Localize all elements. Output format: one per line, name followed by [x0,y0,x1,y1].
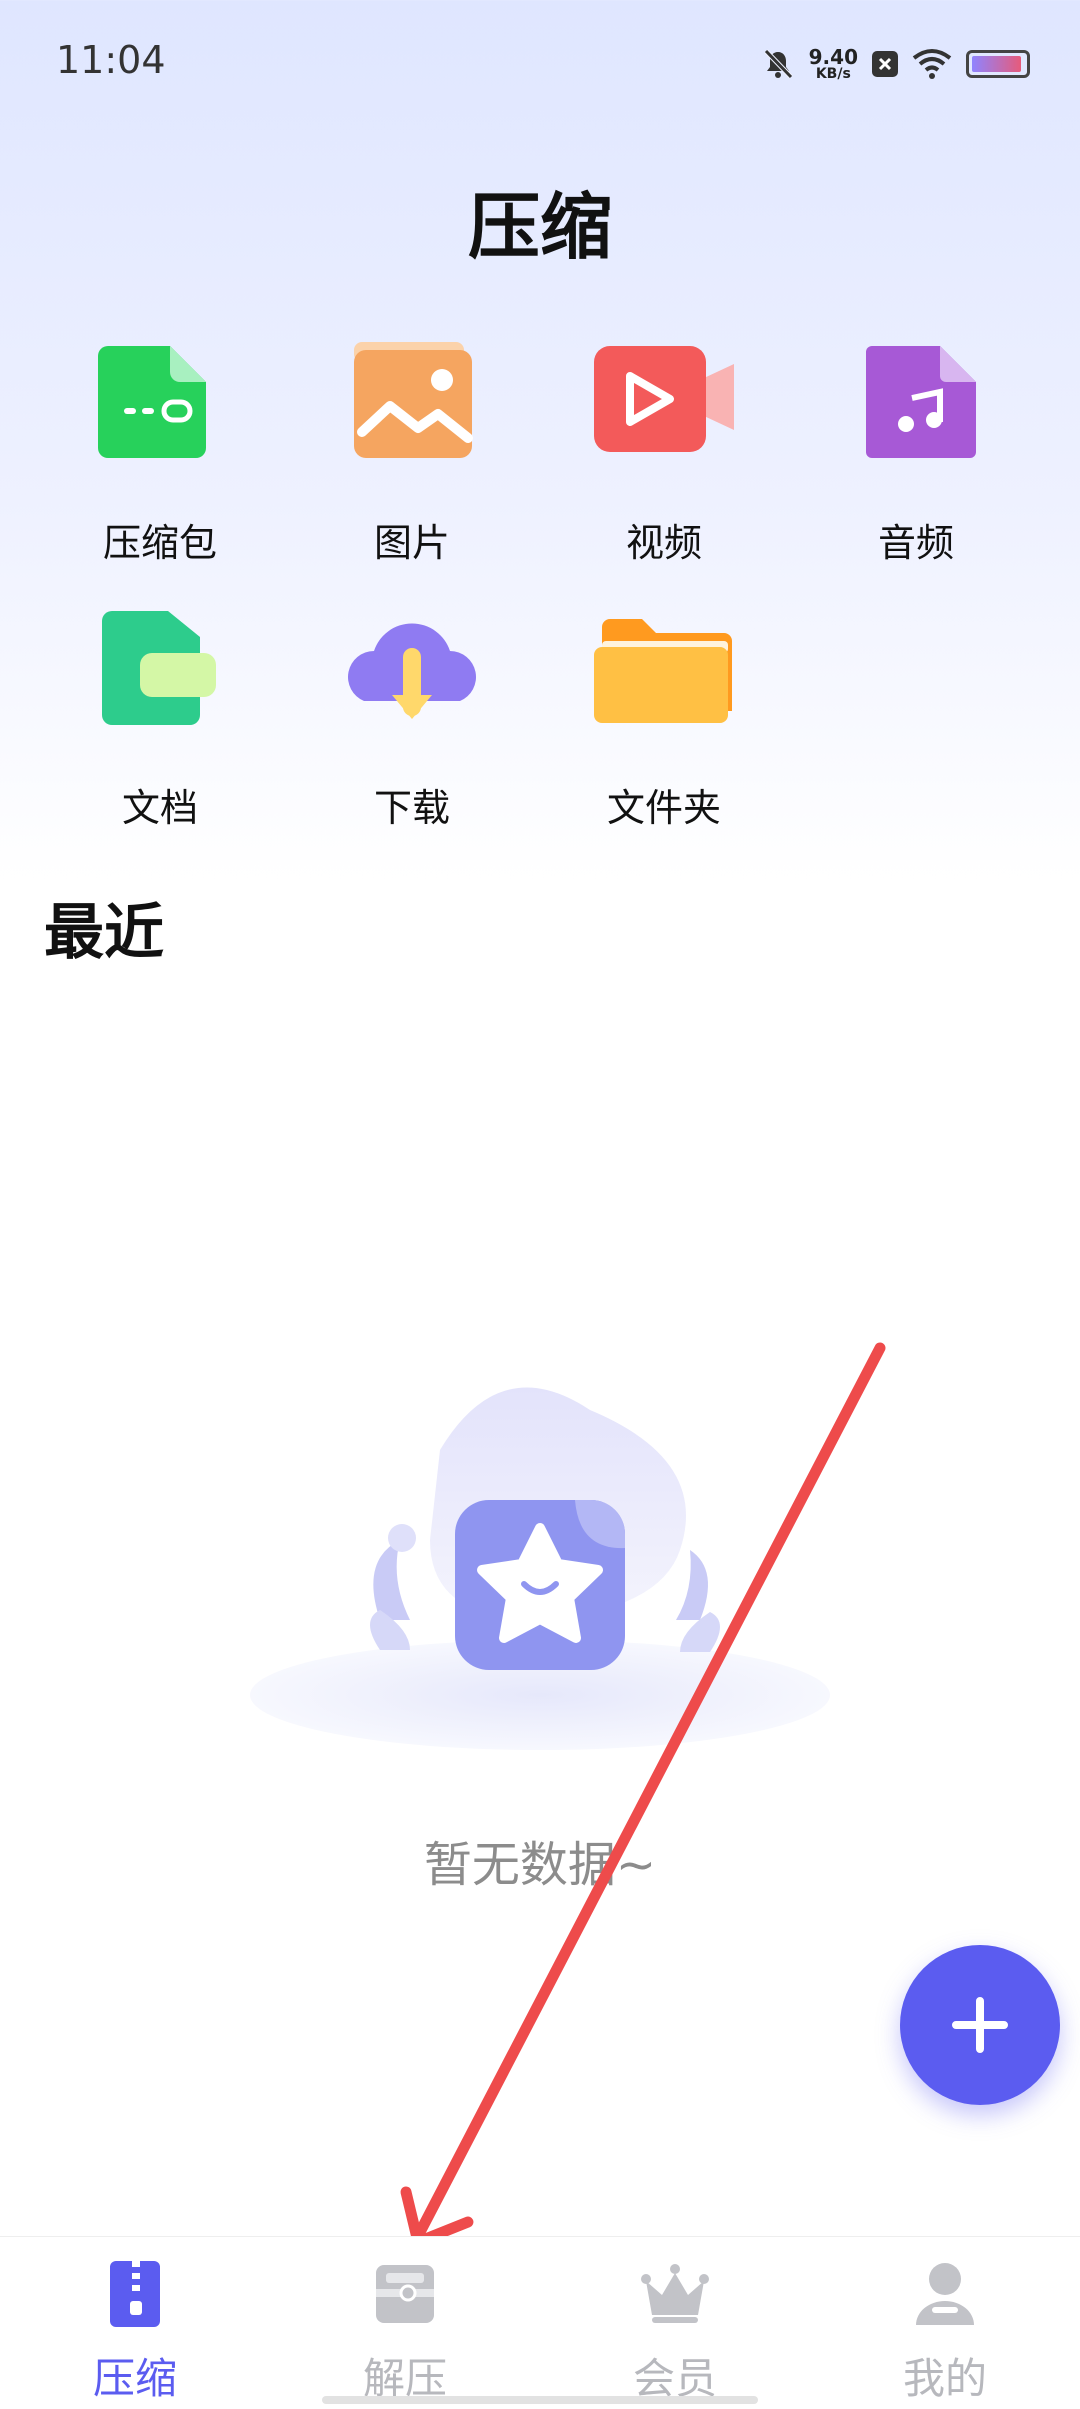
zip-file-icon [98,346,206,458]
tab-decompress[interactable]: 解压 [270,2237,540,2409]
plus-icon [952,1997,1008,2053]
tab-vip[interactable]: 会员 [540,2237,810,2409]
close-box-icon [872,51,898,77]
category-zip[interactable]: 压缩包 [60,340,260,570]
category-label: 音频 [877,521,954,565]
status-bar: 11:04 9.40 KB/s [0,0,1080,120]
home-indicator [322,2396,758,2404]
category-label: 文件夹 [606,786,721,830]
video-icon [594,346,734,452]
recent-section-title: 最近 [44,898,164,968]
wifi-icon [912,49,952,79]
category-image[interactable]: 图片 [312,340,512,570]
empty-state-text: 暂无数据~ [423,1837,657,1893]
category-download[interactable]: 下载 [312,605,512,835]
empty-state-illustration [250,1387,830,1750]
tab-compress[interactable]: 压缩 [0,2237,270,2409]
crown-icon [641,2264,709,2323]
category-label: 图片 [373,521,450,565]
mute-bell-icon [763,49,793,79]
zip-tab-icon [110,2261,160,2327]
folder-icon [594,619,732,723]
category-video[interactable]: 视频 [564,340,764,570]
user-icon [916,2263,974,2325]
tab-label: 我的 [902,2354,987,2403]
category-label: 视频 [625,521,702,565]
network-speed: 9.40 KB/s [809,47,858,81]
network-speed-value: 9.40 [808,45,858,69]
clock: 11:04 [56,38,166,82]
image-icon [354,342,473,458]
category-label: 压缩包 [102,521,217,565]
status-icons: 9.40 KB/s [761,40,1030,88]
unzip-tab-icon [376,2265,434,2323]
category-document[interactable]: 文档 [60,605,260,835]
bottom-tab-bar: 压缩 解压 会员 我的 [0,2236,1080,2409]
battery-icon [966,50,1030,78]
category-label: 下载 [373,786,450,830]
music-file-icon [866,346,976,458]
category-audio[interactable]: 音频 [816,340,1016,570]
cloud-download-icon [347,623,476,719]
tab-label: 压缩 [92,2354,177,2403]
page-title: 压缩 [467,185,612,269]
network-speed-unit: KB/s [815,66,851,82]
category-label: 文档 [121,786,198,830]
tab-mine[interactable]: 我的 [810,2237,1080,2409]
add-button[interactable] [900,1945,1060,2105]
document-icon [102,611,216,725]
category-folder[interactable]: 文件夹 [564,605,764,835]
